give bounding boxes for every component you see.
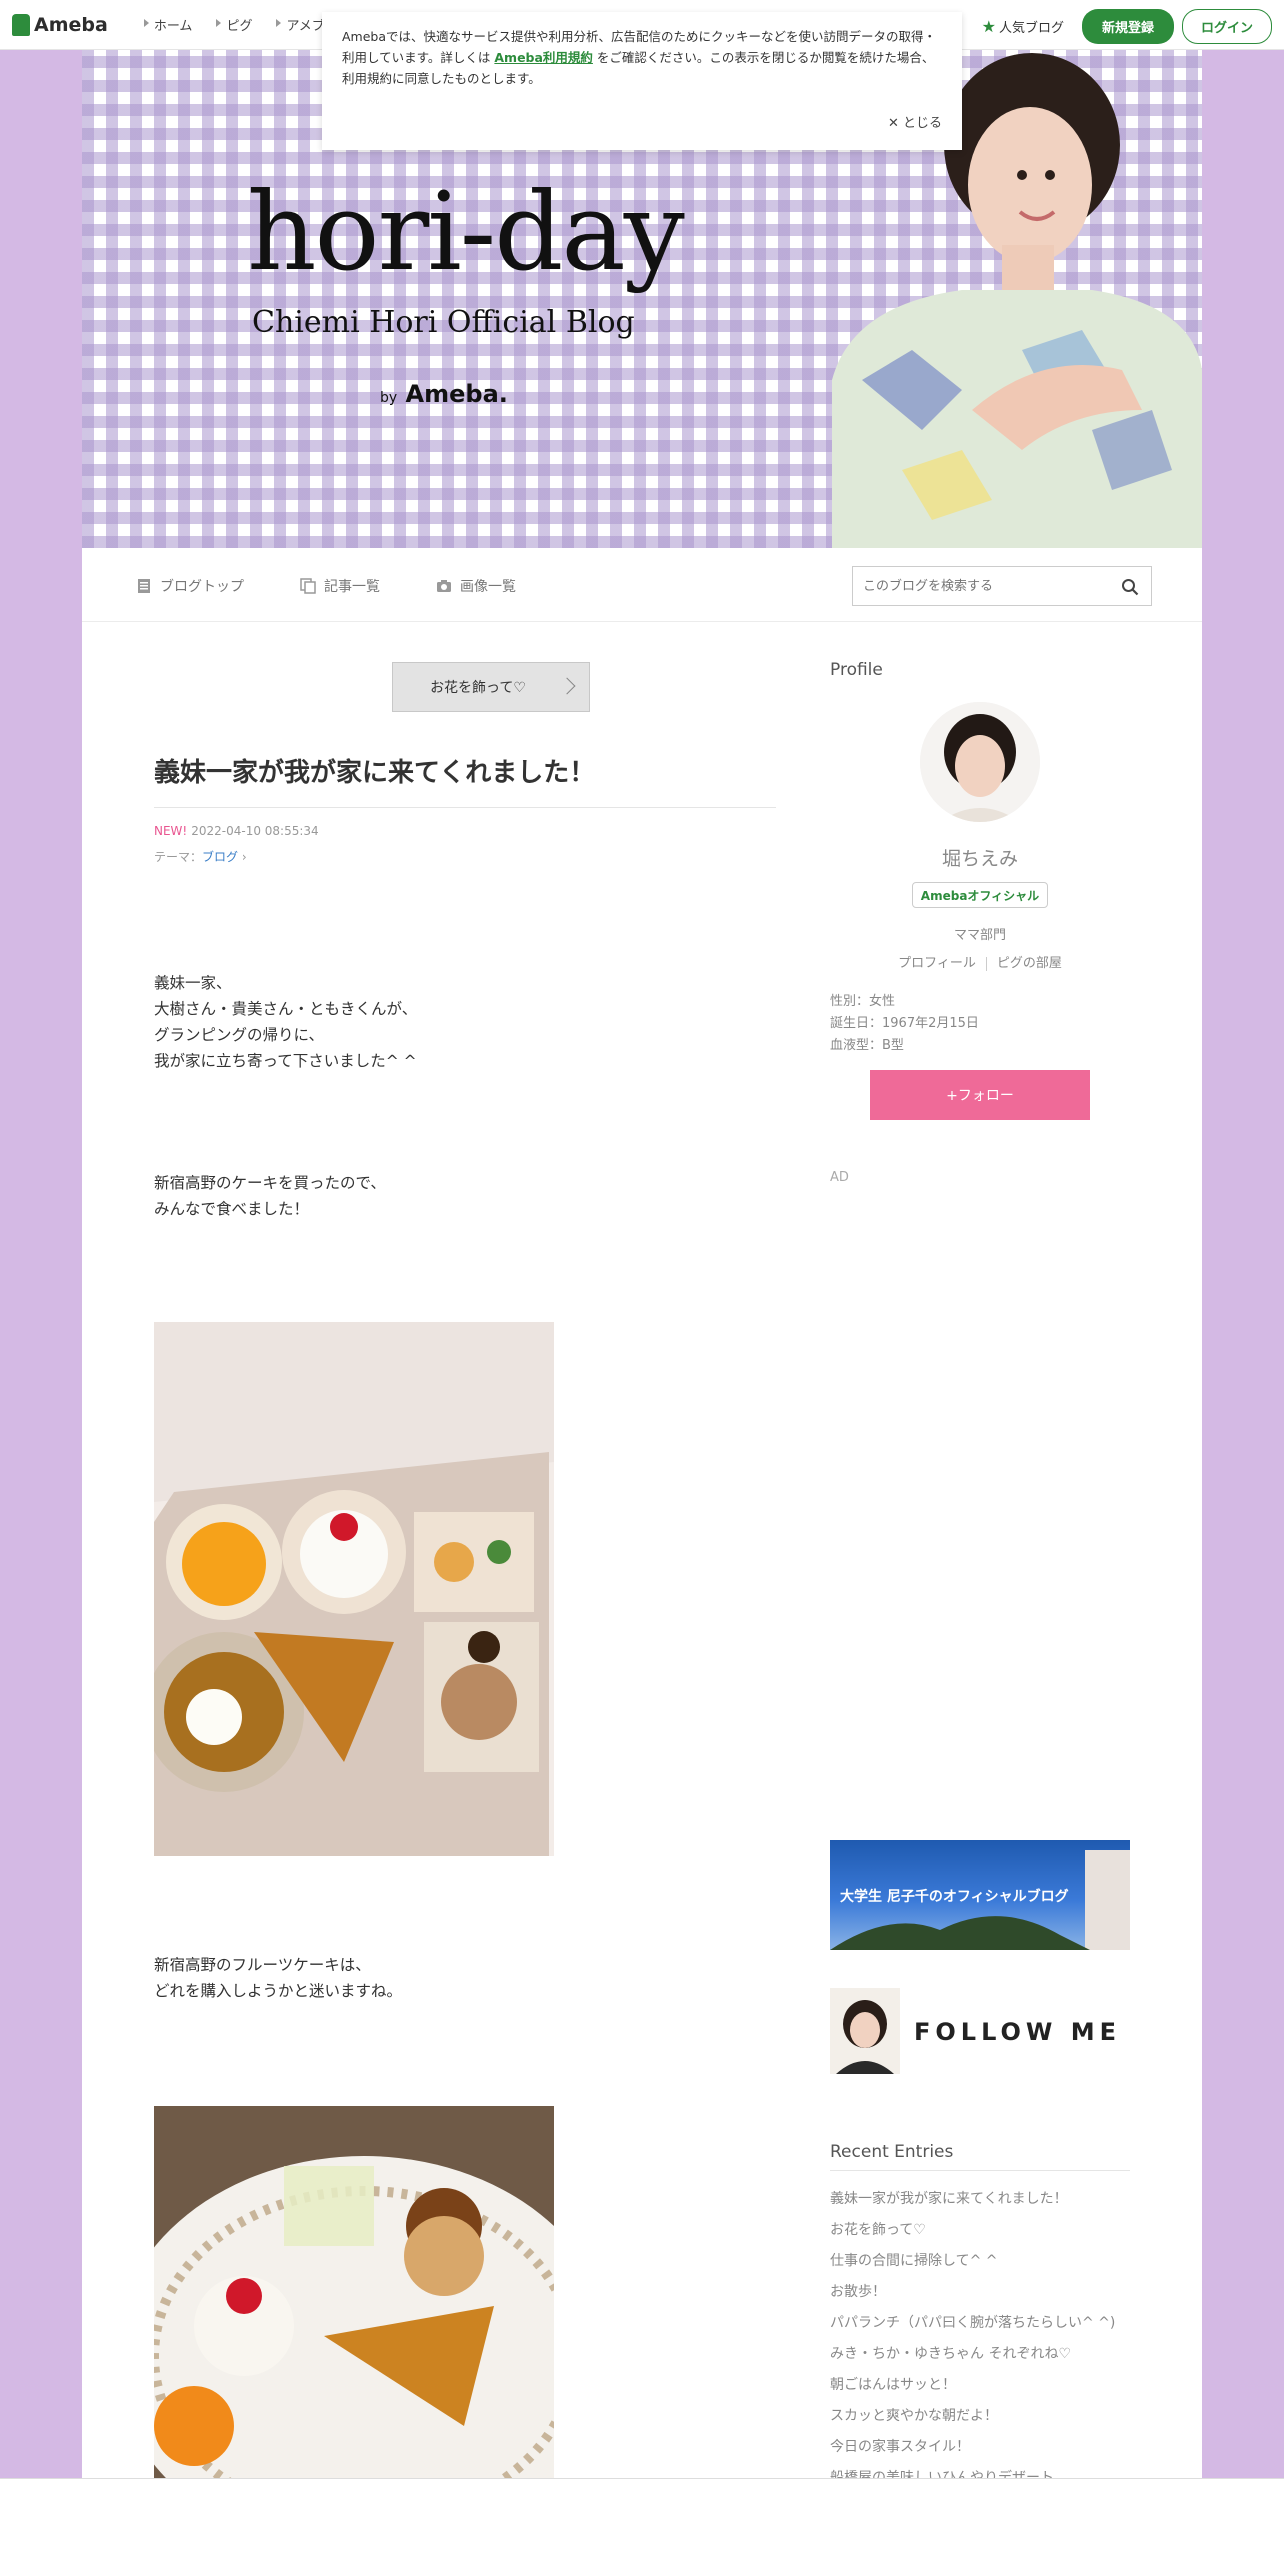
profile-birthday: 誕生日：1967年2月15日 bbox=[830, 1016, 979, 1031]
chevron-right-icon: › bbox=[238, 850, 247, 864]
menu-entry-list[interactable]: 記事一覧 bbox=[300, 576, 380, 596]
entry-paragraph: 義妹一家、 大樹さん・貴美さん・ともきくんが、 グランピングの帰りに、 我が家に… bbox=[154, 974, 418, 1070]
follow-me-banner[interactable]: FOLLOW ME bbox=[830, 1988, 1130, 2074]
recent-entry-link[interactable]: お花を飾って♡ bbox=[830, 2215, 1115, 2246]
copy-icon bbox=[300, 578, 316, 594]
divider bbox=[985, 956, 987, 971]
register-button[interactable]: 新規登録 bbox=[1081, 9, 1174, 44]
recent-entry-link[interactable]: 朝ごはんはサッと！ bbox=[830, 2370, 1115, 2401]
theme-link[interactable]: ブログ bbox=[202, 850, 238, 864]
recent-entries-list: 義妹一家が我が家に来てくれました！ お花を飾って♡ 仕事の合間に掃除して^ ^ … bbox=[830, 2184, 1115, 2494]
blog-search bbox=[852, 566, 1152, 606]
menu-image-list[interactable]: 画像一覧 bbox=[436, 576, 516, 596]
camera-icon bbox=[437, 580, 451, 592]
blog-menu: ブログトップ 記事一覧 画像一覧 bbox=[82, 548, 1202, 622]
entry-theme: テーマ：ブログ › bbox=[154, 850, 247, 864]
cake-box-photo[interactable] bbox=[154, 1322, 554, 1856]
new-badge: NEW! bbox=[154, 824, 188, 838]
ameba-logo-icon bbox=[12, 13, 30, 36]
recent-entry-link[interactable]: お散歩！ bbox=[830, 2277, 1115, 2308]
terms-link[interactable]: Ameba利用規約 bbox=[494, 50, 593, 65]
banner-text: 大学生 尼子千のオフィシャルブログ bbox=[840, 1889, 1069, 1905]
recent-entry-link[interactable]: みき・ちか・ゆきちゃん それぞれね♡ bbox=[830, 2339, 1115, 2370]
cookie-notice: Amebaでは、快適なサービス提供や利用分析、広告配信のためにクッキーなどを使い… bbox=[322, 12, 962, 150]
follow-me-photo bbox=[830, 1988, 900, 2074]
official-badge[interactable]: Amebaオフィシャル bbox=[912, 882, 1048, 908]
follow-me-text: FOLLOW ME bbox=[914, 2018, 1122, 2046]
official-blog-banner[interactable]: 大学生 尼子千のオフィシャルブログ bbox=[830, 1840, 1130, 1950]
search-input[interactable] bbox=[853, 567, 1093, 605]
profile-link[interactable]: プロフィール bbox=[898, 956, 976, 971]
recent-entries-heading: Recent Entries bbox=[830, 2142, 1130, 2171]
blog-title: hori-day bbox=[247, 170, 685, 295]
chevron-right-icon bbox=[558, 677, 576, 695]
entry-paragraph: 新宿高野のフルーツケーキは、 どれを購入しようかと迷いますね。 bbox=[154, 1956, 403, 2000]
recent-entry-link[interactable]: スカッと爽やかな朝だよ！ bbox=[830, 2401, 1115, 2432]
recent-entry-link[interactable]: 今日の家事スタイル！ bbox=[830, 2432, 1115, 2463]
entry-title: 義妹一家が我が家に来てくれました！ bbox=[154, 752, 776, 808]
close-icon: ✕ bbox=[887, 116, 899, 131]
profile-dept[interactable]: ママ部門 bbox=[830, 924, 1130, 943]
previous-entry-button[interactable]: お花を飾って♡ bbox=[392, 662, 590, 712]
global-nav: ホーム ピグ アメブロ bbox=[120, 15, 338, 34]
cake-plate-photo[interactable] bbox=[154, 2106, 554, 2478]
recent-entry-link[interactable]: 仕事の合間に掃除して^ ^ bbox=[830, 2246, 1115, 2277]
blog-subtitle: Chiemi Hori Official Blog bbox=[252, 305, 635, 340]
profile-name[interactable]: 堀ちえみ bbox=[830, 844, 1130, 871]
menu-blog-top[interactable]: ブログトップ bbox=[136, 576, 244, 596]
login-button[interactable]: ログイン bbox=[1181, 9, 1272, 44]
recent-entry-link[interactable]: 義妹一家が我が家に来てくれました！ bbox=[830, 2184, 1115, 2215]
avatar[interactable] bbox=[920, 702, 1040, 822]
search-icon[interactable] bbox=[1121, 578, 1139, 596]
ad-label: AD bbox=[830, 1170, 849, 1185]
star-icon: ★ bbox=[981, 17, 996, 36]
entry-date: 2022-04-10 08:55:34 bbox=[191, 824, 319, 838]
follow-button[interactable]: +フォロー bbox=[870, 1070, 1090, 1120]
nav-pigg[interactable]: ピグ bbox=[216, 15, 252, 34]
pigg-room-link[interactable]: ピグの部屋 bbox=[997, 956, 1062, 971]
ameba-logo[interactable]: Ameba bbox=[12, 13, 108, 36]
bottom-area bbox=[0, 2478, 1284, 2568]
profile-blood: 血液型：B型 bbox=[830, 1038, 904, 1053]
content-area: お花を飾って♡ 義妹一家が我が家に来てくれました！ NEW! 2022-04-10… bbox=[82, 622, 1202, 2486]
by-ameba-logo: by Ameba. bbox=[380, 380, 508, 408]
profile-gender: 性別：女性 bbox=[830, 994, 896, 1009]
profile-links: プロフィール ピグの部屋 bbox=[830, 952, 1130, 971]
profile-heading: Profile bbox=[830, 660, 883, 680]
recent-entry-link[interactable]: パパランチ（パパ曰く腕が落ちたらしい^ ^) bbox=[830, 2308, 1115, 2339]
nav-home[interactable]: ホーム bbox=[143, 15, 192, 34]
document-icon bbox=[138, 579, 150, 593]
entry-meta: NEW! 2022-04-10 08:55:34 bbox=[154, 824, 319, 838]
entry-paragraph: 新宿高野のケーキを買ったので、 みんなで食べました！ bbox=[154, 1174, 386, 1218]
cookie-close-button[interactable]: ✕ とじる bbox=[888, 113, 942, 134]
popular-blog-link[interactable]: ★ 人気ブログ bbox=[982, 17, 1064, 36]
